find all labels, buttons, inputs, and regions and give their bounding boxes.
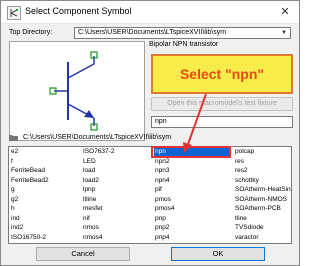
cancel-button[interactable]: Cancel [36, 247, 130, 261]
top-directory-label: Top Directory: [9, 29, 53, 36]
list-item[interactable]: pif [154, 185, 162, 194]
list-item[interactable]: ISO7637-2 [82, 147, 114, 156]
symbol-description: Bipolar NPN transistor [149, 41, 219, 48]
list-item[interactable]: SOAtherm-HeatSink [234, 185, 291, 194]
list-item[interactable]: schottky [234, 176, 259, 185]
list-item[interactable]: LED [82, 157, 96, 166]
list-item[interactable]: h [10, 204, 15, 213]
list-item[interactable]: g [10, 185, 15, 194]
list-item[interactable]: lpnp [82, 185, 95, 194]
list-item[interactable]: pnp2 [154, 223, 169, 232]
list-item[interactable]: nmos [82, 223, 99, 232]
list-item[interactable]: pnp4 [154, 233, 169, 242]
list-item[interactable]: load2 [82, 176, 99, 185]
list-item[interactable]: ind2 [10, 223, 23, 232]
selection-highlight-box [151, 146, 231, 158]
list-item[interactable]: varactor [234, 233, 258, 242]
list-item[interactable]: tline [234, 214, 247, 223]
top-directory-value: C:\Users\USER\Documents\LTspiceXVII\lib\… [78, 29, 227, 36]
list-item[interactable]: nmos4 [82, 233, 103, 242]
list-item[interactable]: polcap [234, 147, 254, 156]
folder-icon [9, 135, 18, 141]
list-item[interactable]: mesfet [82, 204, 103, 213]
list-item[interactable]: TVSdiode [234, 223, 264, 232]
list-item[interactable]: npn4 [154, 176, 169, 185]
list-item[interactable]: FerriteBead [10, 166, 45, 175]
list-item[interactable]: nif [82, 214, 90, 223]
close-icon[interactable]: ✕ [277, 4, 293, 20]
list-item[interactable]: SOAtherm-PCB [234, 204, 281, 213]
list-item[interactable]: e2 [10, 147, 18, 156]
list-item[interactable]: FerriteBead2 [10, 176, 49, 185]
list-item[interactable]: load [82, 166, 95, 175]
list-item[interactable]: ind [10, 214, 20, 223]
instruction-callout: Select "npn" [151, 54, 293, 94]
callout-text: Select "npn" [179, 66, 265, 82]
current-path: C:\Users\USER\Documents\LTspiceXVII\lib\… [23, 134, 172, 141]
npn-transistor-icon [49, 51, 98, 131]
search-input[interactable]: npn [151, 116, 293, 128]
title-bar: Select Component Symbol ✕ [1, 1, 299, 24]
open-test-fixture-button[interactable]: Open this macromodel's test fixture [151, 97, 293, 111]
search-value: npn [155, 118, 167, 125]
list-item[interactable]: npn3 [154, 166, 169, 175]
list-item[interactable]: g2 [10, 195, 18, 204]
list-item[interactable]: SOAtherm-NMOS [234, 195, 287, 204]
chevron-down-icon[interactable]: ▼ [278, 28, 290, 38]
list-item[interactable]: f [10, 157, 13, 166]
list-item[interactable]: ltline [82, 195, 96, 204]
list-item[interactable]: ISO16750-2 [10, 233, 46, 242]
window-title: Select Component Symbol [25, 6, 132, 16]
app-icon [7, 6, 21, 20]
list-item[interactable]: res2 [234, 166, 248, 175]
list-item[interactable]: res [234, 157, 244, 166]
list-item[interactable]: pmos4 [154, 204, 175, 213]
list-item[interactable]: pnp [154, 214, 166, 223]
list-item[interactable]: pmos [154, 195, 171, 204]
symbol-list[interactable]: e2 f FerriteBead FerriteBead2 g g2 h ind ind2 ISO… [8, 146, 292, 244]
top-directory-select[interactable]: C:\Users\USER\Documents\LTspiceXVII\lib\… [74, 27, 291, 39]
symbol-preview [9, 41, 145, 141]
select-component-dialog: Select Component Symbol ✕ Top Directory:… [0, 0, 300, 266]
ok-button[interactable]: OK [171, 247, 265, 261]
